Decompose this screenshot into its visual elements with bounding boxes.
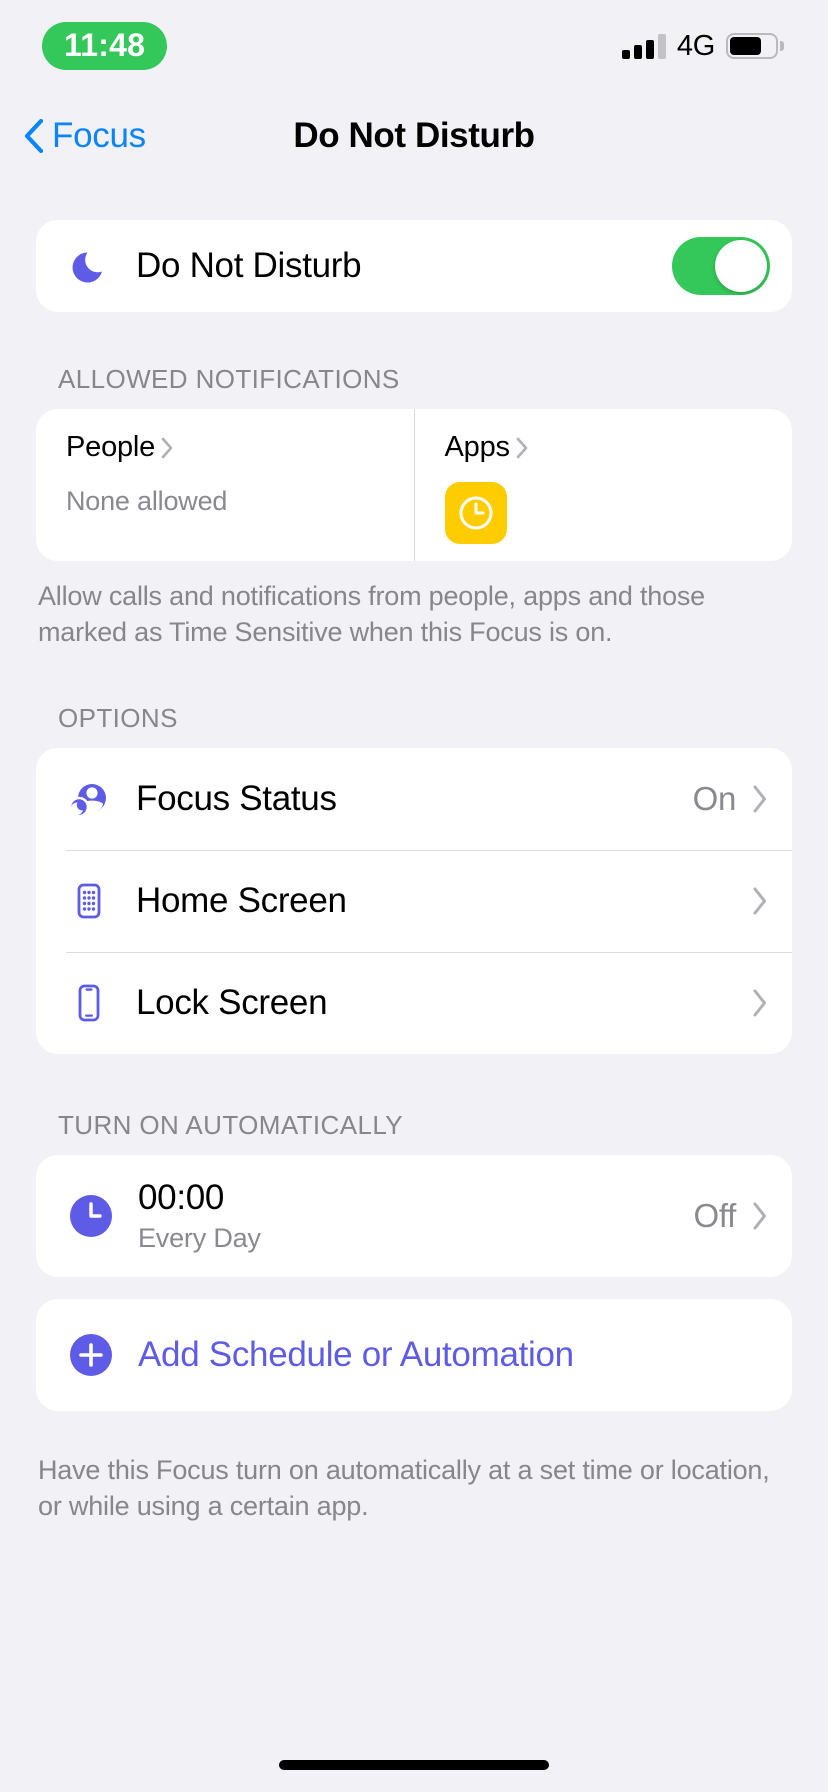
page-title: Do Not Disturb	[293, 116, 535, 155]
clock-app-icon	[444, 482, 507, 544]
option-row-lock-screen[interactable]: Lock Screen	[36, 951, 792, 1054]
chevron-right-icon	[161, 437, 173, 458]
home-indicator[interactable]	[279, 1760, 549, 1770]
chevron-right-icon	[753, 989, 766, 1017]
network-type-label: 4G	[676, 29, 715, 62]
battery-icon	[726, 33, 784, 59]
status-time-pill: 11:48	[42, 22, 168, 70]
navigation-bar: Focus Do Not Disturb	[0, 92, 828, 180]
add-schedule-row[interactable]: Add Schedule or Automation	[36, 1299, 792, 1411]
turn-on-automatically-header: Turn On Automatically	[58, 1109, 404, 1140]
schedule-card: 00:00 Every Day Off	[36, 1154, 792, 1277]
add-schedule-card: Add Schedule or Automation	[36, 1298, 792, 1411]
options-header: Options	[58, 702, 178, 733]
status-indicators: 4G	[621, 29, 784, 63]
signal-bars-icon	[621, 33, 666, 59]
status-bar: 11:48 4G	[0, 0, 828, 92]
allowed-notifications-card: People None allowed Apps	[36, 409, 792, 561]
option-row-focus-status[interactable]: Focus Status On	[36, 748, 792, 850]
clock-face-icon	[459, 496, 492, 530]
allowed-people-cell[interactable]: People None allowed	[36, 409, 414, 561]
option-label: Lock Screen	[136, 982, 328, 1022]
options-card: Focus Status On Home Screen Lock Screen	[36, 747, 792, 1054]
option-label: Home Screen	[136, 880, 347, 920]
add-schedule-label: Add Schedule or Automation	[138, 1334, 574, 1374]
allowed-notifications-header: Allowed Notifications	[58, 364, 400, 394]
lock-screen-icon	[66, 980, 112, 1026]
allowed-apps-icon-list	[444, 482, 765, 544]
settings-content: Do Not Disturb Allowed Notifications Peo…	[0, 180, 828, 1792]
focus-status-icon	[66, 776, 112, 822]
do-not-disturb-toggle[interactable]	[672, 237, 770, 295]
toggle-knob	[715, 240, 767, 292]
do-not-disturb-label: Do Not Disturb	[136, 246, 362, 285]
allowed-apps-cell[interactable]: Apps	[413, 409, 793, 561]
schedule-time: 00:00	[138, 1177, 225, 1217]
schedule-state-value: Off	[693, 1196, 736, 1234]
allowed-apps-title: Apps	[444, 431, 511, 463]
chevron-right-icon	[753, 1202, 766, 1230]
chevron-right-icon	[753, 785, 766, 813]
chevron-right-icon	[516, 437, 528, 458]
schedule-repeat: Every Day	[138, 1222, 261, 1253]
schedule-row[interactable]: 00:00 Every Day Off	[36, 1155, 792, 1277]
option-label: Focus Status	[136, 778, 337, 818]
allowed-people-subtitle: None allowed	[66, 486, 228, 516]
moon-icon	[72, 252, 102, 283]
do-not-disturb-card: Do Not Disturb	[36, 220, 792, 312]
do-not-disturb-row[interactable]: Do Not Disturb	[36, 220, 792, 312]
schedule-text: 00:00 Every Day	[138, 1178, 693, 1254]
chevron-right-icon	[753, 887, 766, 915]
turn-on-automatically-footer: Have this Focus turn on automatically at…	[38, 1454, 770, 1521]
home-screen-icon	[66, 878, 112, 924]
option-row-home-screen[interactable]: Home Screen	[36, 849, 792, 952]
allowed-people-title: People	[66, 431, 156, 463]
clock-circle-icon	[70, 1194, 112, 1237]
plus-circle-icon	[70, 1333, 112, 1376]
option-value: On	[692, 779, 737, 817]
allowed-notifications-footer: Allow calls and notifications from peopl…	[38, 581, 706, 647]
